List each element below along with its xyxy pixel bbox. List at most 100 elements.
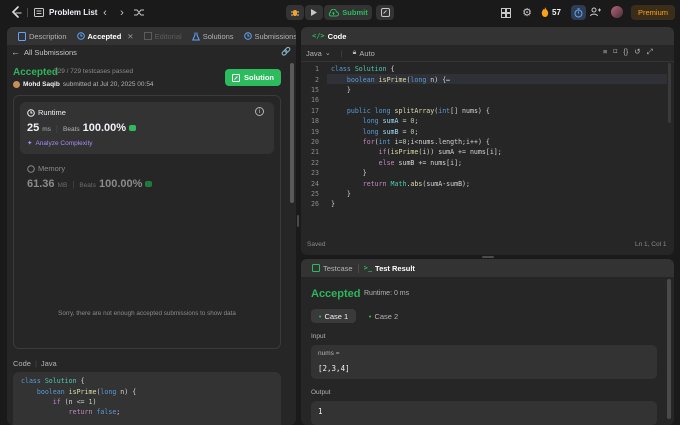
line-content: boolean isPrime(long n) {↔ [325, 76, 450, 84]
chip-icon [27, 164, 35, 173]
code-token: sumA [382, 117, 399, 126]
timer-button[interactable] [571, 5, 586, 20]
line-content: class Solution { [325, 65, 395, 73]
solution-button[interactable]: Solution [225, 69, 281, 86]
code-editor[interactable]: 1 class Solution {2 boolean isPrime(long … [301, 63, 674, 233]
expand-icon[interactable]: ⤢ [647, 47, 653, 57]
tab-editorial-label: Editorial [154, 31, 182, 41]
submission-status: Accepted [13, 67, 59, 78]
language-select[interactable]: Java ⌄ [306, 49, 331, 58]
runtime-card[interactable]: Runtime i 25 ms | Beats 100.00% ✦ Analyz… [20, 102, 274, 154]
chevron-left-icon[interactable]: ‹ [100, 7, 110, 19]
avatar[interactable] [611, 6, 623, 18]
scrollbar-thumb[interactable] [290, 63, 294, 203]
code-token: for [331, 137, 375, 146]
problem-list-link[interactable]: Problem List [49, 8, 97, 17]
arrow-left-icon: ← [11, 47, 20, 57]
left-panel: Description Accepted ✕ Editorial Solutio… [7, 27, 296, 425]
case-2-label: Case 2 [374, 311, 399, 321]
code-token: return [21, 408, 97, 417]
braces-icon[interactable]: {} [623, 47, 628, 57]
line-content: } [325, 190, 351, 198]
share-link-icon[interactable]: 🔗 [281, 46, 291, 56]
history-icon [243, 32, 252, 40]
info-icon[interactable]: i [255, 107, 264, 116]
terminal-icon: >_ [363, 264, 373, 272]
line-number: 15 [311, 85, 319, 94]
debug-button[interactable] [286, 5, 304, 20]
run-button[interactable] [305, 5, 323, 20]
submitter-name[interactable]: Mohd Saqib [23, 81, 60, 88]
test-result-panel: Testcase >_ Test Result Accepted Runtime… [301, 259, 674, 425]
tab-testcase[interactable]: Testcase [307, 264, 358, 273]
edit-icon [232, 73, 240, 82]
tab-code[interactable]: </> Code [307, 32, 351, 41]
tab-test-result[interactable]: >_ Test Result [359, 264, 420, 273]
input-label: Input [311, 333, 326, 340]
tab-editorial[interactable]: Editorial [139, 32, 187, 41]
submitted-code-block[interactable]: class Solution { boolean isPrime(long n)… [13, 372, 281, 425]
tab-description[interactable]: Description [13, 31, 72, 41]
code-token: if [21, 397, 61, 406]
list-icon[interactable] [34, 7, 44, 17]
panel-resize-handle[interactable] [297, 215, 299, 227]
shuffle-icon[interactable] [133, 7, 144, 18]
back-to-submissions[interactable]: ← All Submissions [11, 47, 77, 57]
premium-button[interactable]: Premium [631, 5, 675, 20]
code-line: class Solution { [21, 376, 85, 386]
chevron-down-icon: ⌄ [324, 50, 331, 57]
settings-gear-icon[interactable]: ⚙ [521, 6, 533, 19]
layout-icon[interactable] [500, 7, 511, 18]
vertical-resize-handle[interactable] [482, 256, 494, 258]
case-1-tab[interactable]: • Case 1 [311, 309, 356, 323]
code-token: } [331, 85, 351, 94]
chevron-right-icon[interactable]: › [117, 7, 127, 19]
submission-scroll-area: Accepted 729 / 729 testcases passed Mohd… [7, 60, 296, 425]
input-box: nums = [2,3,4] [311, 345, 657, 379]
left-tab-bar: Description Accepted ✕ Editorial Solutio… [7, 27, 296, 45]
code-token: false [96, 408, 117, 417]
code-token: return [331, 179, 391, 188]
add-user-icon[interactable] [589, 6, 601, 18]
tab-solutions[interactable]: Solutions [187, 32, 239, 41]
code-line: 21 if(isPrime(i)) sumA += nums[i]; [303, 147, 502, 157]
code-token: int [378, 137, 391, 146]
code-token: Solution [354, 65, 387, 74]
reset-icon[interactable]: ↺ [634, 47, 640, 57]
format-icon[interactable]: ≡ [603, 47, 607, 57]
notes-button[interactable] [376, 5, 394, 20]
submit-button[interactable]: Submit [324, 5, 372, 20]
code-line: if (n <= 1) [21, 397, 97, 407]
line-content: } [325, 200, 335, 208]
tab-submissions[interactable]: Submissions [239, 32, 296, 41]
code-token: = [398, 117, 411, 126]
language-value: Java [306, 48, 322, 58]
leetcode-logo[interactable] [10, 6, 23, 19]
auto-mode-toggle[interactable]: 🔒︎ Auto [353, 49, 375, 58]
tab-test-result-label: Test Result [375, 263, 415, 273]
editor-scrollbar[interactable] [668, 63, 671, 123]
tab-accepted[interactable]: Accepted ✕ [72, 32, 139, 41]
case-2-tab[interactable]: • Case 2 [361, 309, 406, 323]
beats-label: Beats [63, 126, 80, 133]
bullet-icon: • [368, 311, 372, 321]
user-avatar [13, 81, 20, 88]
editor-actions: ≡ ⌑ {} ↺ ⤢ [603, 47, 653, 57]
editor-status-bar: Saved Ln 1, Col 1 [301, 239, 674, 253]
code-token: isPrime [378, 75, 407, 84]
bookmark-icon[interactable]: ⌑ [613, 47, 617, 57]
line-number: 20 [311, 137, 319, 146]
code-token: int [438, 106, 451, 115]
close-icon[interactable]: ✕ [127, 32, 133, 41]
code-token: boolean [331, 75, 379, 84]
streak-count: 57 [552, 7, 561, 17]
checkbox-icon [312, 264, 320, 272]
bug-icon [291, 9, 299, 16]
leaf-icon [145, 181, 153, 187]
streak-counter[interactable]: 57 [541, 7, 561, 17]
analyze-complexity-link[interactable]: ✦ Analyze Complexity [27, 139, 93, 148]
result-scrollbar[interactable] [667, 279, 671, 419]
memory-card[interactable]: Memory 61.36 MB | Beats 100.00% [20, 158, 274, 204]
line-content: } [325, 86, 351, 94]
code-token: isPrime [68, 387, 97, 396]
